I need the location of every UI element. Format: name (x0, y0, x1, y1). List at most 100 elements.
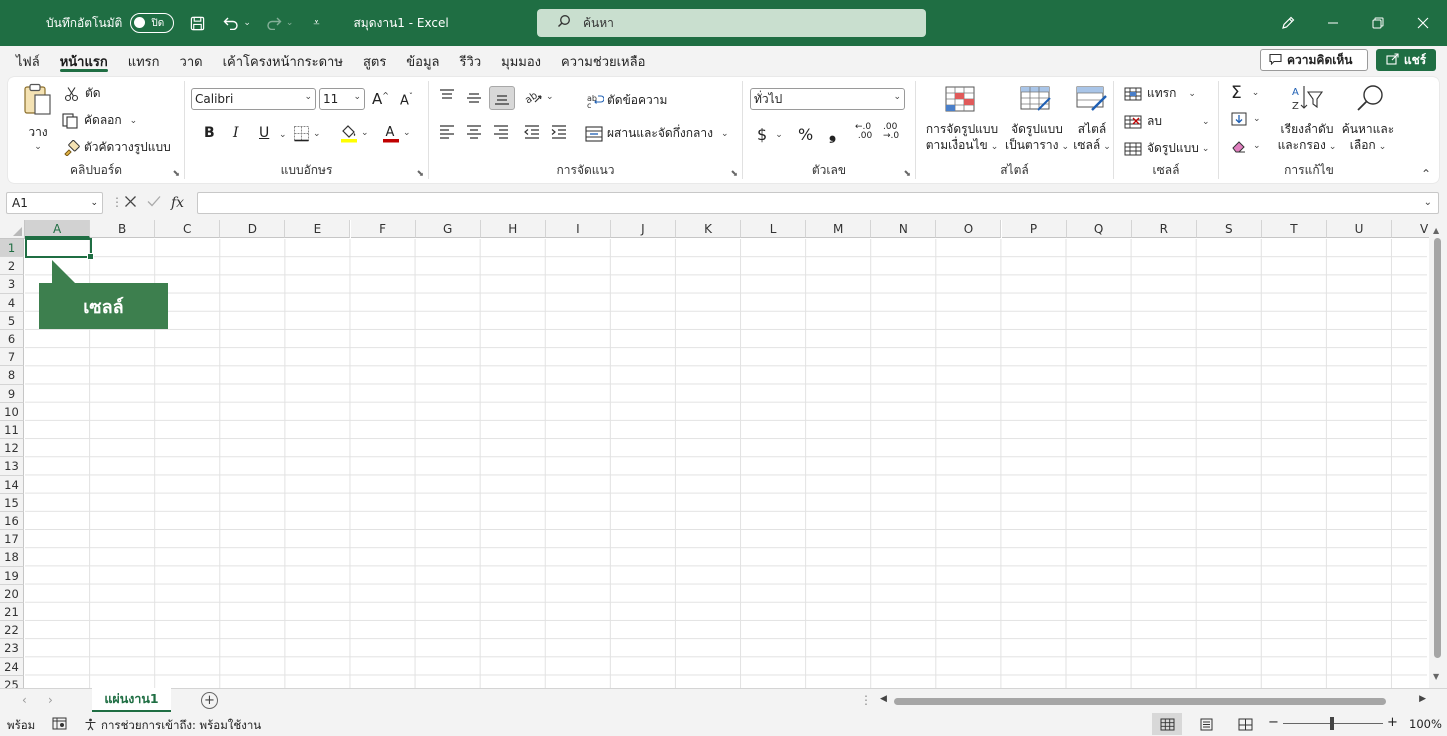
row-header[interactable]: 24 (0, 657, 24, 676)
column-header[interactable]: D (220, 220, 286, 238)
borders-button[interactable]: ⌄ (293, 125, 321, 142)
column-header[interactable]: F (350, 220, 416, 238)
align-bottom-button[interactable] (489, 86, 515, 110)
comma-style-button[interactable]: ❟ (829, 123, 836, 144)
redo-icon[interactable] (263, 12, 285, 34)
format-dropdown-icon[interactable]: ⌄ (1202, 144, 1210, 154)
column-header[interactable]: Q (1066, 220, 1132, 238)
orientation-dropdown-icon[interactable]: ⌄ (546, 92, 554, 102)
row-header[interactable]: 17 (0, 530, 24, 549)
zoom-in-button[interactable]: + (1387, 715, 1398, 730)
worksheet-grid[interactable]: ABCDEFGHIJKLMNOPQRSTUV 1 2 3 4 5 6 7 8 9 10 11 12 13… (0, 220, 1447, 688)
row-header[interactable]: 2 (0, 257, 24, 276)
row-header[interactable]: 25 (0, 675, 24, 688)
insert-function-button[interactable]: fx (171, 195, 184, 211)
increase-decimal-button[interactable]: ←.0 .00 (855, 123, 872, 141)
tab-split-grip-icon[interactable]: ⋮ (860, 693, 872, 707)
copy-button[interactable]: คัดลอก ⌄ (62, 111, 137, 130)
redo-dropdown-icon[interactable]: ⌄ (286, 18, 294, 28)
expand-formula-bar-icon[interactable]: ⌄ (1424, 197, 1432, 208)
column-header[interactable]: P (1001, 220, 1067, 238)
font-size-select[interactable]: 11 ⌄ (319, 88, 365, 110)
search-box[interactable]: ค้นหา (537, 9, 926, 37)
collapse-ribbon-icon[interactable]: ⌃ (1421, 167, 1431, 181)
row-header[interactable]: 15 (0, 493, 24, 512)
fill-dropdown-icon[interactable]: ⌄ (1253, 114, 1261, 124)
clear-dropdown-icon[interactable]: ⌄ (1253, 141, 1261, 151)
customize-qat-icon[interactable]: ⩡ (305, 12, 327, 34)
zoom-out-button[interactable]: − (1268, 715, 1279, 730)
percent-button[interactable]: % (798, 125, 813, 144)
row-header[interactable]: 11 (0, 421, 24, 440)
accessibility-status[interactable]: การช่วยการเข้าถึง: พร้อมใช้งาน (84, 717, 261, 735)
row-header[interactable]: 9 (0, 384, 24, 403)
row-header[interactable]: 18 (0, 548, 24, 567)
find-select-icon[interactable] (1355, 83, 1385, 113)
align-top-button[interactable] (439, 89, 455, 103)
column-header[interactable]: O (936, 220, 1002, 238)
vertical-scroll-thumb[interactable] (1434, 238, 1441, 658)
active-cell[interactable] (25, 238, 94, 260)
scroll-up-icon[interactable]: ▲ (1433, 226, 1439, 235)
close-icon[interactable] (1400, 0, 1446, 46)
delete-cells-button[interactable]: ลบ ⌄ (1124, 112, 1210, 131)
row-header[interactable]: 1 (0, 239, 24, 258)
tab-draw[interactable]: วาด (170, 46, 213, 76)
decrease-font-size-button[interactable]: Aˇ (400, 92, 413, 108)
row-header[interactable]: 8 (0, 366, 24, 385)
sort-filter-button[interactable]: เรียงลำดับ และกรอง ⌄ (1275, 121, 1339, 155)
paste-button[interactable]: วาง ⌄ (22, 83, 54, 152)
restore-icon[interactable] (1355, 0, 1401, 46)
insert-dropdown-icon[interactable]: ⌄ (1188, 89, 1196, 99)
increase-font-size-button[interactable]: A^ (372, 90, 389, 108)
conditional-formatting-button[interactable]: การจัดรูปแบบ ตามเงื่อนไข ⌄ (924, 121, 1000, 155)
column-header[interactable]: M (806, 220, 872, 238)
sort-filter-icon[interactable]: AZ (1290, 84, 1324, 112)
tab-data[interactable]: ข้อมูล (396, 46, 449, 76)
merge-dropdown-icon[interactable]: ⌄ (721, 129, 729, 139)
undo-dropdown-icon[interactable]: ⌄ (243, 18, 251, 28)
conditional-formatting-icon[interactable] (945, 86, 975, 112)
currency-button[interactable]: $ ⌄ (757, 125, 783, 144)
orientation-button[interactable]: ab ⌄ (525, 89, 554, 105)
row-header[interactable]: 6 (0, 330, 24, 349)
page-layout-view-button[interactable] (1191, 713, 1221, 735)
column-header[interactable]: L (741, 220, 807, 238)
autosave-toggle[interactable]: ปิด (130, 13, 175, 33)
decrease-decimal-button[interactable]: .00 →.0 (883, 123, 899, 141)
autosum-button[interactable]: Σ ⌄ (1231, 83, 1259, 103)
delete-dropdown-icon[interactable]: ⌄ (1202, 117, 1210, 127)
column-header[interactable]: A (25, 220, 91, 238)
merge-center-button[interactable]: ผสานและจัดกึ่งกลาง ⌄ (585, 124, 729, 143)
find-select-button[interactable]: ค้นหาและ เลือก ⌄ (1340, 121, 1396, 155)
format-as-table-button[interactable]: จัดรูปแบบ เป็นตาราง ⌄ (1004, 121, 1070, 155)
alignment-launcher-icon[interactable]: ⬊ (730, 169, 738, 179)
wrap-text-button[interactable]: ab c ตัดข้อความ (587, 91, 667, 110)
tab-file[interactable]: ไฟล์ (0, 46, 50, 76)
zoom-level[interactable]: 100% (1409, 717, 1442, 731)
align-right-button[interactable] (493, 125, 509, 139)
column-header[interactable]: B (90, 220, 156, 238)
enter-icon[interactable] (147, 195, 161, 211)
font-color-dropdown-icon[interactable]: ⌄ (403, 128, 411, 138)
tab-formulas[interactable]: สูตร (353, 46, 396, 76)
column-header[interactable]: E (285, 220, 351, 238)
tab-page-layout[interactable]: เค้าโครงหน้ากระดาษ (213, 46, 353, 76)
decrease-indent-button[interactable] (524, 125, 540, 139)
comments-button[interactable]: ความคิดเห็น (1260, 49, 1368, 71)
tab-home[interactable]: หน้าแรก (50, 46, 118, 76)
minimize-icon[interactable] (1310, 0, 1356, 46)
underline-dropdown-icon[interactable]: ⌄ (279, 130, 287, 140)
tab-review[interactable]: รีวิว (450, 46, 492, 76)
formula-input[interactable]: ⌄ (197, 192, 1439, 214)
format-painter-button[interactable]: ตัวคัดวางรูปแบบ (63, 138, 171, 157)
row-header[interactable]: 12 (0, 439, 24, 458)
save-icon[interactable] (186, 12, 208, 34)
font-launcher-icon[interactable]: ⬊ (416, 169, 424, 179)
font-color-button[interactable]: A ⌄ (382, 123, 411, 143)
zoom-slider-thumb[interactable] (1330, 717, 1334, 730)
row-header[interactable]: 16 (0, 512, 24, 531)
scroll-left-icon[interactable]: ◀ (880, 694, 887, 704)
normal-view-button[interactable] (1152, 713, 1182, 735)
row-header[interactable]: 4 (0, 293, 24, 312)
